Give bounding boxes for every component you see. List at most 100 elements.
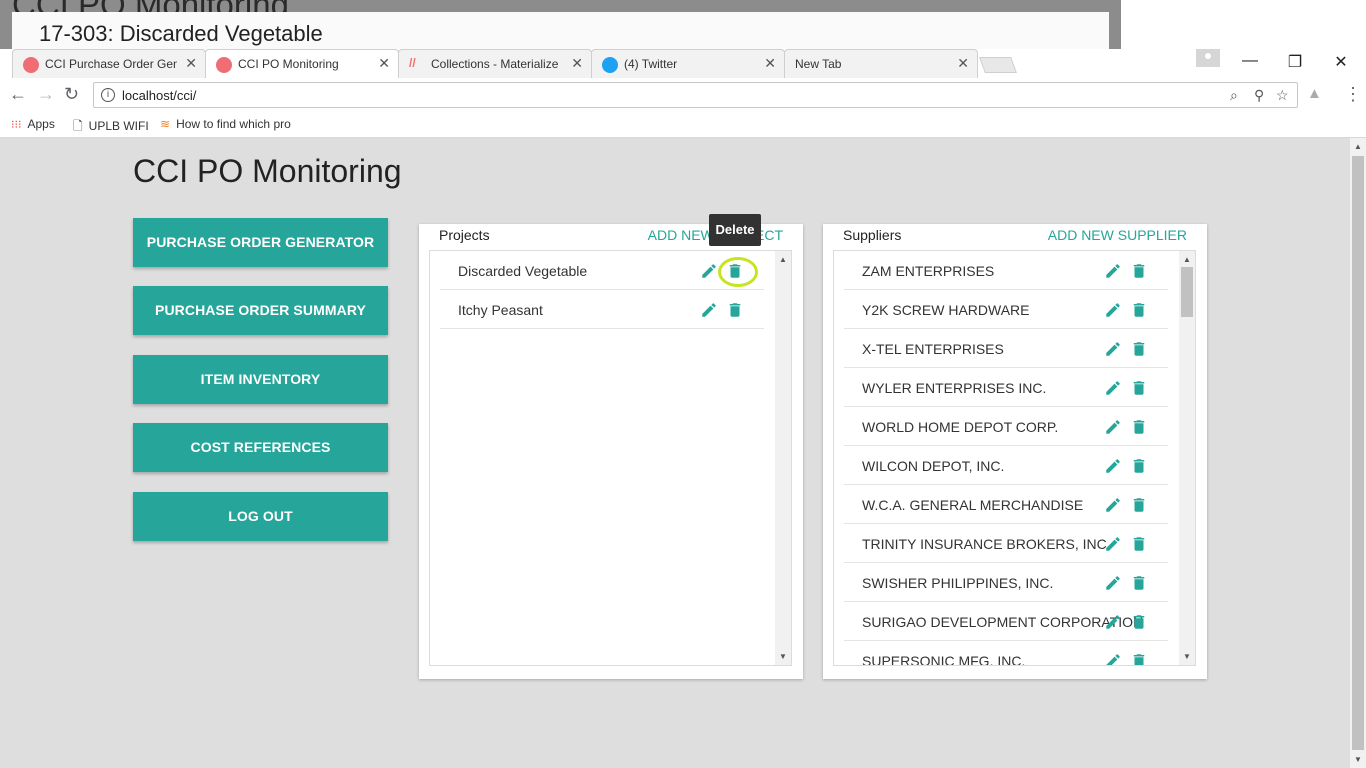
list-item[interactable]: Discarded Vegetable bbox=[440, 251, 764, 290]
list-item[interactable]: X-TEL ENTERPRISES bbox=[844, 329, 1168, 368]
close-icon[interactable]: ✕ bbox=[571, 55, 583, 72]
log-out-button[interactable]: LOG OUT bbox=[133, 492, 388, 541]
scroll-down-icon[interactable]: ▼ bbox=[1183, 652, 1191, 661]
scroll-up-icon[interactable]: ▲ bbox=[1354, 142, 1362, 151]
list-item-name: ZAM ENTERPRISES bbox=[862, 263, 995, 279]
twitter-icon bbox=[602, 57, 618, 73]
info-icon[interactable]: i bbox=[101, 88, 115, 102]
list-item[interactable]: W.C.A. GENERAL MERCHANDISE bbox=[844, 485, 1168, 524]
edit-icon[interactable] bbox=[700, 262, 718, 280]
bookmark-uplb-wifi[interactable]: 🗋 UPLB WIFI bbox=[73, 117, 149, 138]
edit-icon[interactable] bbox=[700, 301, 718, 319]
zoom-icon[interactable]: ⌕ bbox=[1230, 87, 1238, 104]
bookmark-label: How to find which pro bbox=[176, 117, 291, 131]
close-icon[interactable]: ✕ bbox=[185, 55, 197, 72]
item-inventory-button[interactable]: ITEM INVENTORY bbox=[133, 355, 388, 404]
reload-icon[interactable]: ↻ bbox=[64, 84, 79, 105]
delete-icon[interactable] bbox=[1130, 535, 1148, 553]
back-icon[interactable]: ← bbox=[9, 84, 27, 105]
dialog-title: 17-303: Discarded Vegetable bbox=[39, 21, 323, 46]
delete-icon[interactable] bbox=[1130, 574, 1148, 592]
edit-icon[interactable] bbox=[1104, 613, 1122, 631]
edit-icon[interactable] bbox=[1104, 535, 1122, 553]
list-item[interactable]: ZAM ENTERPRISES bbox=[844, 251, 1168, 290]
delete-icon[interactable] bbox=[1130, 340, 1148, 358]
scroll-up-icon[interactable]: ▲ bbox=[1183, 255, 1191, 264]
list-item[interactable]: WILCON DEPOT, INC. bbox=[844, 446, 1168, 485]
delete-icon[interactable] bbox=[1130, 262, 1148, 280]
delete-icon[interactable] bbox=[1130, 613, 1148, 631]
list-item[interactable]: SUPERSONIC MFG. INC. bbox=[844, 641, 1168, 665]
click-highlight-ring bbox=[718, 257, 758, 287]
bookmark-how-to-find[interactable]: ≋ How to find which pro bbox=[160, 117, 295, 131]
delete-icon[interactable] bbox=[1130, 418, 1148, 436]
scroll-down-icon[interactable]: ▼ bbox=[1354, 755, 1362, 764]
edit-icon[interactable] bbox=[1104, 457, 1122, 475]
suppliers-scrollbar[interactable]: ▲ ▼ bbox=[1179, 251, 1195, 665]
close-window-icon[interactable]: ✕ bbox=[1326, 52, 1356, 72]
list-item[interactable]: Itchy Peasant bbox=[440, 290, 764, 329]
close-icon[interactable]: ✕ bbox=[957, 55, 969, 72]
add-new-supplier-link[interactable]: ADD NEW SUPPLIER bbox=[1048, 227, 1187, 243]
edit-icon[interactable] bbox=[1104, 418, 1122, 436]
minimize-icon[interactable]: — bbox=[1235, 52, 1265, 70]
drive-icon[interactable]: ▲ bbox=[1307, 85, 1322, 102]
stackoverflow-icon: ≋ bbox=[160, 117, 171, 131]
close-icon[interactable]: ✕ bbox=[764, 55, 776, 72]
bookmark-apps[interactable]: ⁝⁝⁝ Apps bbox=[11, 117, 55, 131]
materialize-icon bbox=[216, 57, 232, 73]
materialize-icon bbox=[23, 57, 39, 73]
list-item-name: WORLD HOME DEPOT CORP. bbox=[862, 419, 1059, 435]
page-scrollbar[interactable]: ▲ ▼ bbox=[1350, 138, 1366, 768]
delete-icon[interactable] bbox=[1130, 379, 1148, 397]
list-item[interactable]: SURIGAO DEVELOPMENT CORPORATION bbox=[844, 602, 1168, 641]
delete-icon[interactable] bbox=[1130, 496, 1148, 514]
tab-collections-materialize[interactable]: // Collections - Materialize ✕ bbox=[398, 49, 592, 78]
delete-icon[interactable] bbox=[726, 301, 744, 319]
tab-cci-po-monitoring[interactable]: CCI PO Monitoring ✕ bbox=[205, 49, 399, 78]
scroll-up-icon[interactable]: ▲ bbox=[779, 255, 787, 264]
restore-icon[interactable]: ❐ bbox=[1280, 52, 1310, 72]
close-icon[interactable]: ✕ bbox=[378, 55, 390, 72]
tab-label: Collections - Materialize bbox=[431, 57, 559, 71]
edit-icon[interactable] bbox=[1104, 496, 1122, 514]
edit-icon[interactable] bbox=[1104, 574, 1122, 592]
tab-new-tab[interactable]: New Tab ✕ bbox=[784, 49, 978, 78]
edit-icon[interactable] bbox=[1104, 301, 1122, 319]
list-item-name: Y2K SCREW HARDWARE bbox=[862, 302, 1030, 318]
scrollbar-thumb[interactable] bbox=[1352, 156, 1364, 750]
tab-twitter[interactable]: (4) Twitter ✕ bbox=[591, 49, 785, 78]
edit-icon[interactable] bbox=[1104, 652, 1122, 665]
menu-icon[interactable]: ⋮ bbox=[1344, 84, 1362, 105]
list-item[interactable]: WYLER ENTERPRISES INC. bbox=[844, 368, 1168, 407]
edit-icon[interactable] bbox=[1104, 379, 1122, 397]
list-item-name: TRINITY INSURANCE BROKERS, INC bbox=[862, 536, 1107, 552]
list-item[interactable]: WORLD HOME DEPOT CORP. bbox=[844, 407, 1168, 446]
list-item[interactable]: TRINITY INSURANCE BROKERS, INC bbox=[844, 524, 1168, 563]
cost-references-button[interactable]: COST REFERENCES bbox=[133, 423, 388, 472]
projects-card: Projects ADD NEW PROJECT Discarded Veget… bbox=[419, 224, 803, 679]
new-tab-button[interactable] bbox=[979, 57, 1017, 73]
materialize-logo-icon: // bbox=[409, 56, 416, 70]
bookmarks-bar: ⁝⁝⁝ Apps 🗋 UPLB WIFI ≋ How to find which pr… bbox=[0, 113, 1366, 138]
forward-icon[interactable]: → bbox=[37, 84, 55, 105]
list-item[interactable]: SWISHER PHILIPPINES, INC. bbox=[844, 563, 1168, 602]
delete-icon[interactable] bbox=[1130, 652, 1148, 665]
scroll-down-icon[interactable]: ▼ bbox=[779, 652, 787, 661]
tab-cci-purchase-order[interactable]: CCI Purchase Order Gene ✕ bbox=[12, 49, 206, 78]
list-item[interactable]: Y2K SCREW HARDWARE bbox=[844, 290, 1168, 329]
purchase-order-summary-button[interactable]: PURCHASE ORDER SUMMARY bbox=[133, 286, 388, 335]
projects-scrollbar[interactable]: ▲ ▼ bbox=[775, 251, 791, 665]
suppliers-card: Suppliers ADD NEW SUPPLIER ZAM ENTERPRIS… bbox=[823, 224, 1207, 679]
purchase-order-generator-button[interactable]: PURCHASE ORDER GENERATOR bbox=[133, 218, 388, 267]
edit-icon[interactable] bbox=[1104, 262, 1122, 280]
extension-icon[interactable]: ⚲ bbox=[1254, 87, 1264, 104]
delete-icon[interactable] bbox=[1130, 457, 1148, 475]
bookmark-label: UPLB WIFI bbox=[88, 119, 149, 133]
edit-icon[interactable] bbox=[1104, 340, 1122, 358]
scrollbar-thumb[interactable] bbox=[1181, 267, 1193, 317]
address-bar[interactable]: i localhost/cci/ ⌕ ⚲ ☆ bbox=[93, 82, 1298, 108]
star-icon[interactable]: ☆ bbox=[1276, 87, 1289, 104]
profile-icon[interactable] bbox=[1196, 49, 1220, 67]
delete-icon[interactable] bbox=[1130, 301, 1148, 319]
